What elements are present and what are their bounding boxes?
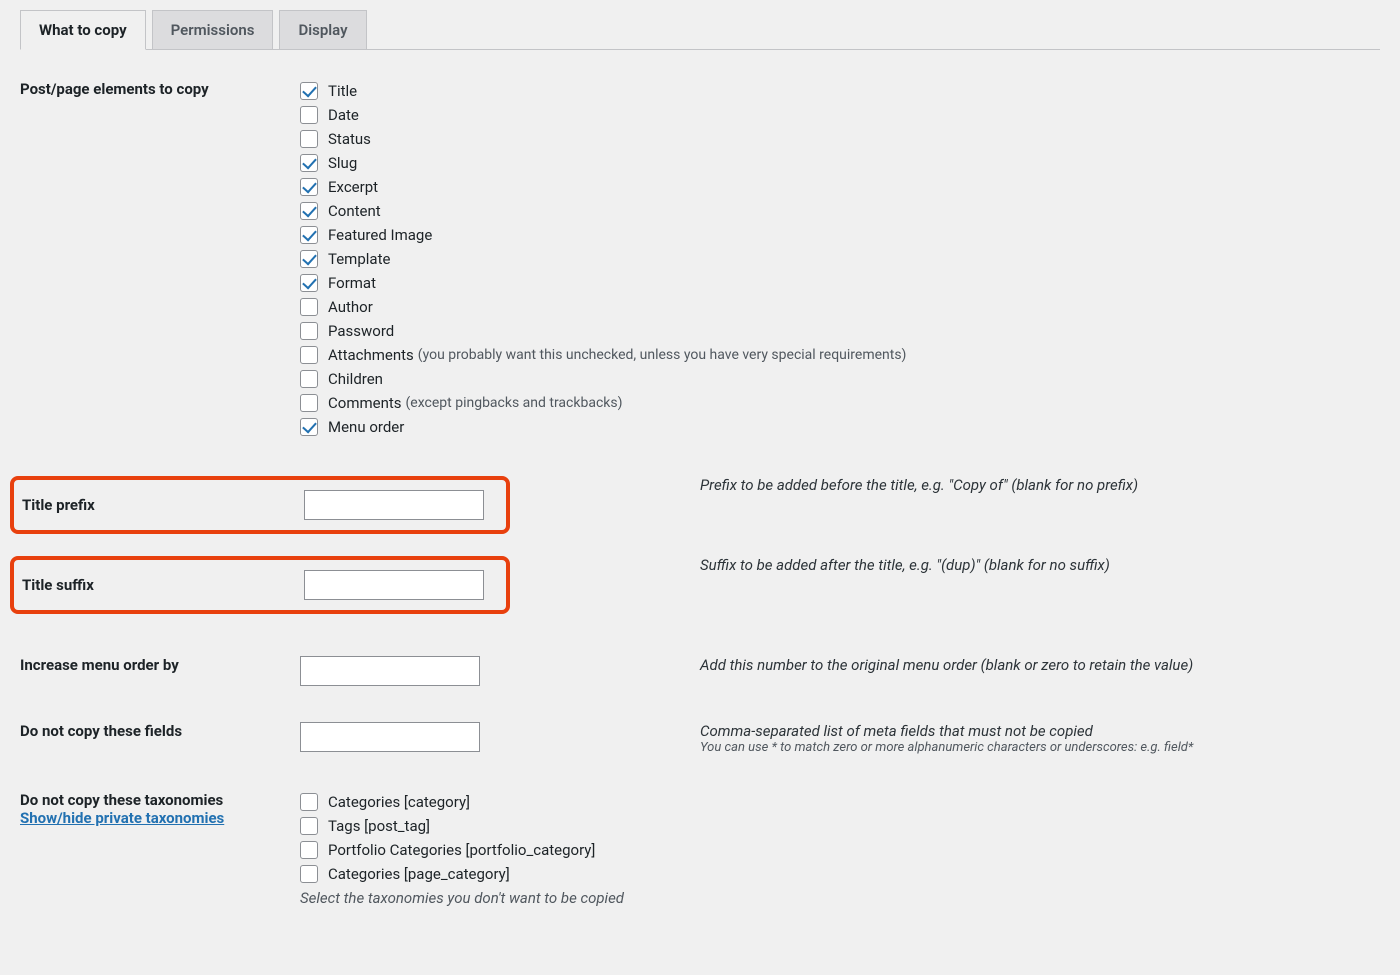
element-6-checkbox[interactable] [300, 226, 318, 244]
taxonomies-help-text: Select the taxonomies you don't want to … [300, 889, 1380, 907]
element-0-label: Title [328, 80, 357, 102]
taxonomy-1-label: Tags [post_tag] [328, 815, 430, 837]
blacklist-input[interactable] [300, 722, 480, 752]
tab-permissions[interactable]: Permissions [152, 10, 274, 50]
blacklist-description: Comma-separated list of meta fields that… [700, 722, 1380, 740]
element-0-row: Title [300, 80, 1380, 102]
element-1-label: Date [328, 104, 359, 126]
element-1-row: Date [300, 104, 1380, 126]
title-prefix-input[interactable] [304, 490, 484, 520]
element-11-checkbox[interactable] [300, 346, 318, 364]
element-14-checkbox[interactable] [300, 418, 318, 436]
menu-order-label: Increase menu order by [20, 648, 300, 714]
taxonomies-checkbox-list: Categories [category]Tags [post_tag]Port… [300, 791, 1380, 885]
blacklist-description-2: You can use * to match zero or more alph… [700, 740, 1380, 755]
element-12-row: Children [300, 368, 1380, 390]
element-2-label: Status [328, 128, 371, 150]
element-13-label: Comments [328, 392, 402, 414]
menu-order-description: Add this number to the original menu ord… [700, 648, 1380, 714]
title-suffix-input[interactable] [304, 570, 484, 600]
elements-to-copy-label: Post/page elements to copy [20, 72, 300, 468]
taxonomy-2-label: Portfolio Categories [portfolio_category… [328, 839, 595, 861]
element-14-row: Menu order [300, 416, 1380, 438]
element-5-label: Content [328, 200, 381, 222]
title-prefix-label: Title prefix [22, 496, 304, 514]
tab-display[interactable]: Display [279, 10, 366, 50]
taxonomy-3-checkbox[interactable] [300, 865, 318, 883]
taxonomy-0-label: Categories [category] [328, 791, 470, 813]
element-4-row: Excerpt [300, 176, 1380, 198]
element-5-row: Content [300, 200, 1380, 222]
taxonomies-label: Do not copy these taxonomies [20, 791, 288, 809]
element-10-label: Password [328, 320, 394, 342]
taxonomy-0-checkbox[interactable] [300, 793, 318, 811]
element-9-row: Author [300, 296, 1380, 318]
title-suffix-label: Title suffix [22, 576, 304, 594]
tab-what-to-copy[interactable]: What to copy [20, 10, 146, 50]
element-11-label: Attachments [328, 344, 414, 366]
element-10-checkbox[interactable] [300, 322, 318, 340]
element-0-checkbox[interactable] [300, 82, 318, 100]
element-13-row: Comments (except pingbacks and trackback… [300, 392, 1380, 414]
element-9-checkbox[interactable] [300, 298, 318, 316]
element-4-checkbox[interactable] [300, 178, 318, 196]
taxonomy-2-row: Portfolio Categories [portfolio_category… [300, 839, 1380, 861]
title-suffix-description: Suffix to be added after the title, e.g.… [700, 548, 1380, 648]
taxonomy-3-label: Categories [page_category] [328, 863, 510, 885]
element-9-label: Author [328, 296, 373, 318]
element-1-checkbox[interactable] [300, 106, 318, 124]
title-prefix-row-highlight: Title prefix [10, 476, 510, 534]
element-12-label: Children [328, 368, 383, 390]
element-11-row: Attachments (you probably want this unch… [300, 344, 1380, 366]
settings-tabs: What to copy Permissions Display [20, 10, 1380, 50]
element-2-checkbox[interactable] [300, 130, 318, 148]
element-3-label: Slug [328, 152, 357, 174]
elements-checkbox-list: TitleDateStatusSlugExcerptContentFeature… [300, 80, 1380, 438]
toggle-private-taxonomies-link[interactable]: Show/hide private taxonomies [20, 809, 224, 827]
element-3-row: Slug [300, 152, 1380, 174]
element-3-checkbox[interactable] [300, 154, 318, 172]
title-prefix-description: Prefix to be added before the title, e.g… [700, 468, 1380, 548]
taxonomy-3-row: Categories [page_category] [300, 863, 1380, 885]
element-12-checkbox[interactable] [300, 370, 318, 388]
taxonomy-1-checkbox[interactable] [300, 817, 318, 835]
taxonomy-0-row: Categories [category] [300, 791, 1380, 813]
element-5-checkbox[interactable] [300, 202, 318, 220]
element-6-row: Featured Image [300, 224, 1380, 246]
element-6-label: Featured Image [328, 224, 432, 246]
element-11-sublabel: (you probably want this unchecked, unles… [418, 344, 907, 366]
element-10-row: Password [300, 320, 1380, 342]
taxonomy-1-row: Tags [post_tag] [300, 815, 1380, 837]
element-13-checkbox[interactable] [300, 394, 318, 412]
element-8-row: Format [300, 272, 1380, 294]
element-14-label: Menu order [328, 416, 404, 438]
element-4-label: Excerpt [328, 176, 378, 198]
element-2-row: Status [300, 128, 1380, 150]
element-7-checkbox[interactable] [300, 250, 318, 268]
element-7-label: Template [328, 248, 390, 270]
taxonomy-2-checkbox[interactable] [300, 841, 318, 859]
element-8-checkbox[interactable] [300, 274, 318, 292]
element-13-sublabel: (except pingbacks and trackbacks) [406, 392, 623, 414]
blacklist-label: Do not copy these fields [20, 714, 300, 783]
element-8-label: Format [328, 272, 376, 294]
menu-order-input[interactable] [300, 656, 480, 686]
element-7-row: Template [300, 248, 1380, 270]
title-suffix-row-highlight: Title suffix [10, 556, 510, 614]
